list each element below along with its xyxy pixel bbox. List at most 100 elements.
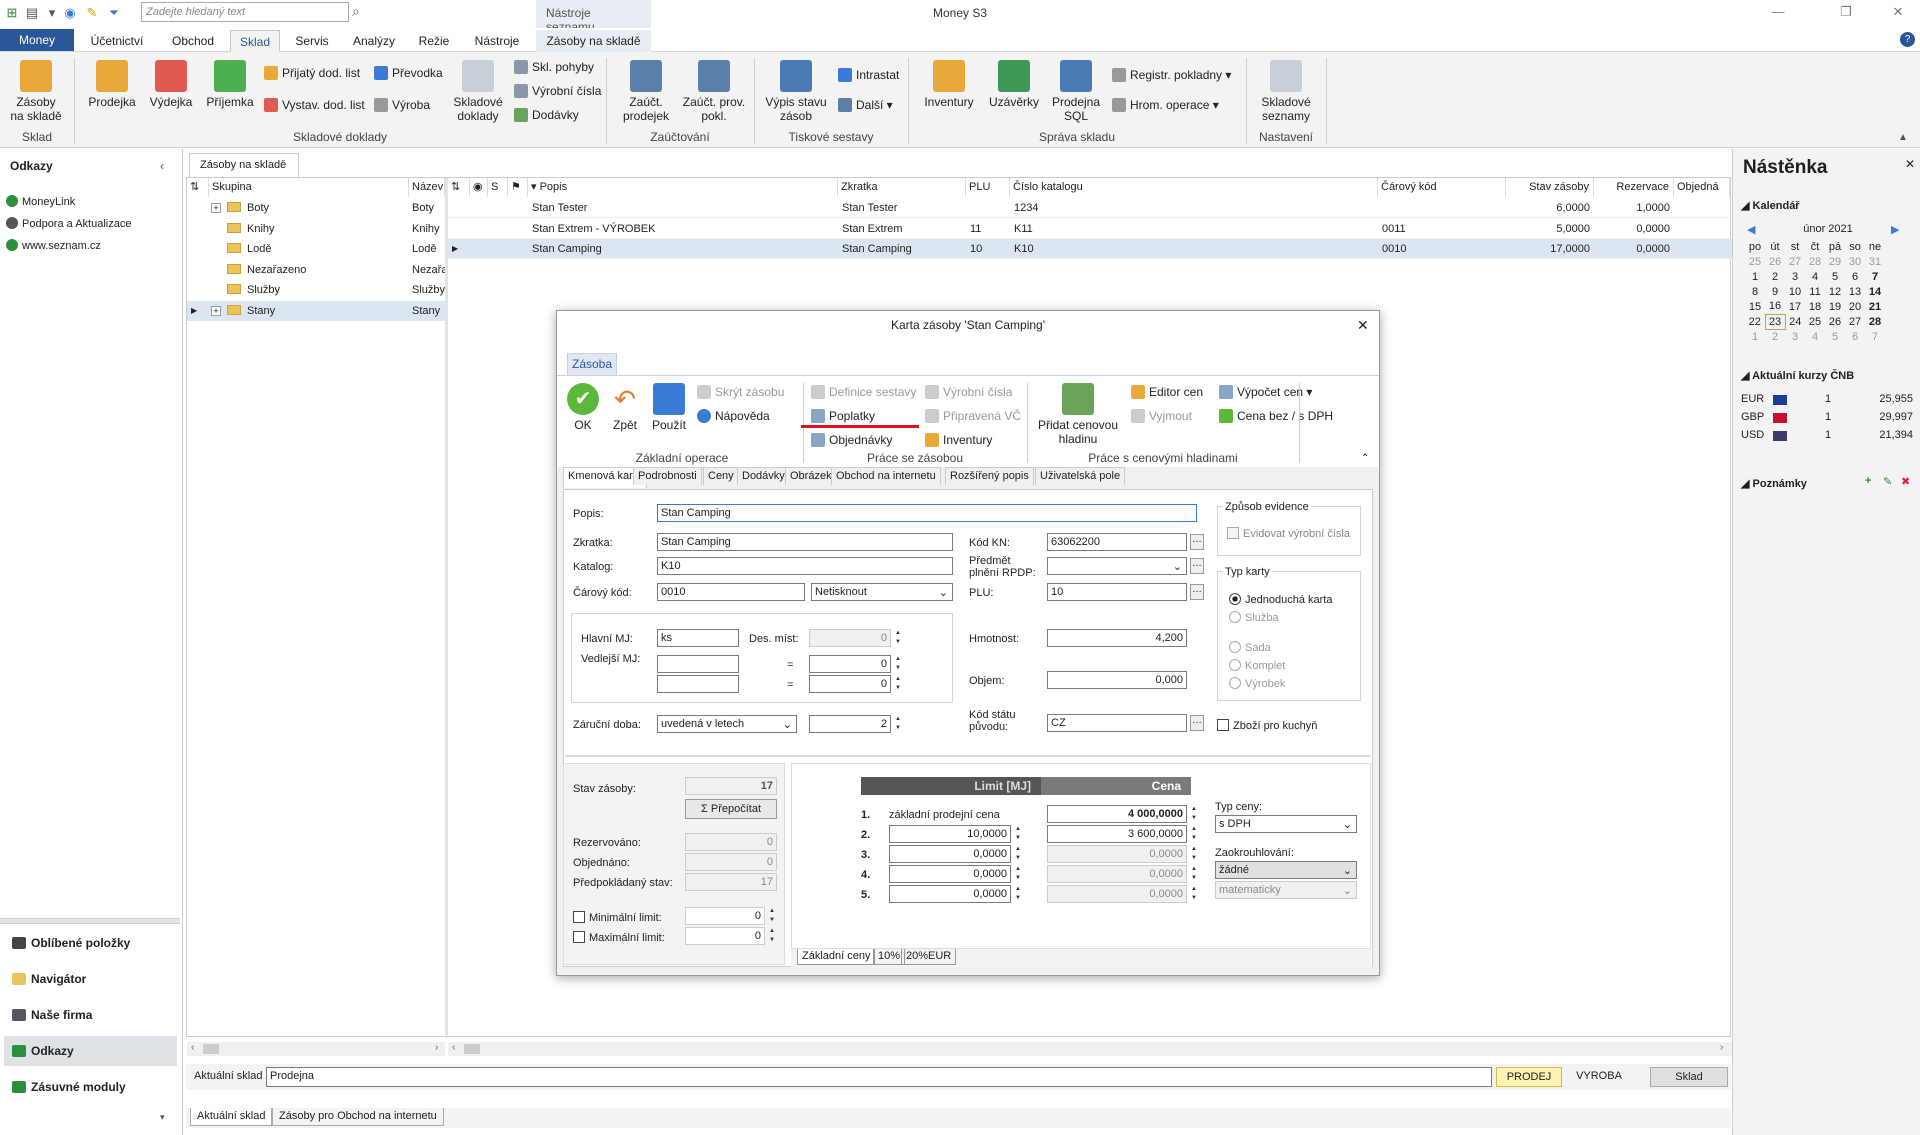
vedlejsi-mj-input-1[interactable] — [657, 655, 739, 673]
calendar-day[interactable]: 7 — [1865, 329, 1885, 344]
calendar-day[interactable]: 26 — [1825, 314, 1845, 329]
calendar-day[interactable]: 20 — [1845, 299, 1865, 314]
radio-sada[interactable]: Sada — [1229, 641, 1271, 654]
scroll-right-icon[interactable]: › — [1720, 1042, 1723, 1053]
price-limit-input[interactable]: 0,0000 — [889, 885, 1011, 903]
nav-odkazy[interactable]: Odkazy — [4, 1036, 177, 1066]
calendar-day[interactable]: 28 — [1805, 254, 1825, 269]
zaokrouhlovani-method[interactable]: matematicky ⌄ — [1215, 881, 1357, 899]
calendar-day[interactable]: 15 — [1745, 299, 1765, 314]
calendar-day[interactable]: 3 — [1785, 269, 1805, 284]
restore-icon[interactable]: ❐ — [1836, 4, 1856, 22]
column-skupina[interactable]: Skupina — [209, 178, 409, 197]
sklad-button[interactable]: Sklad — [1650, 1067, 1728, 1087]
calendar-day[interactable]: 27 — [1785, 254, 1805, 269]
zpet-button[interactable]: ↶ Zpět — [607, 383, 643, 432]
objednavky-button[interactable]: Objednávky — [811, 431, 892, 449]
tab-analyzy[interactable]: Analýzy — [344, 30, 404, 52]
calendar-day[interactable]: 5 — [1825, 329, 1845, 344]
calendar-day[interactable]: 24 — [1785, 314, 1805, 329]
form-tab[interactable]: Rozšířený popis — [945, 467, 1034, 485]
predmet-browse-button[interactable]: … — [1190, 558, 1204, 574]
price-spinner[interactable]: ▲ ▼ — [1189, 885, 1199, 903]
radio-jednoducha[interactable]: Jednoduchá karta — [1229, 593, 1332, 606]
add-note-icon[interactable]: + — [1865, 475, 1871, 487]
prevodka-button[interactable]: Převodka — [374, 64, 443, 82]
typ-ceny-select[interactable]: s DPH ⌄ — [1215, 815, 1357, 833]
price-input[interactable]: 3 600,0000 — [1047, 825, 1187, 843]
calendar-day[interactable]: 31 — [1865, 254, 1885, 269]
calendar-day[interactable]: 11 — [1805, 284, 1825, 299]
calendar-day[interactable]: 13 — [1845, 284, 1865, 299]
scroll-left-icon[interactable]: ‹ — [452, 1042, 455, 1053]
close-icon[interactable]: ✕ — [1888, 4, 1908, 22]
calendar-day[interactable]: 2 — [1765, 269, 1785, 284]
calendar-day[interactable]: 28 — [1865, 314, 1885, 329]
calendar-day[interactable]: 26 — [1765, 254, 1785, 269]
vyroba-button[interactable]: VYROBA — [1566, 1067, 1632, 1087]
calendar-header[interactable]: ◢ Kalendář — [1741, 199, 1800, 212]
calendar-day[interactable]: 1 — [1745, 329, 1765, 344]
vydejka-button[interactable]: Výdejka — [146, 60, 196, 109]
vedlejsi-factor-1[interactable]: 0 — [809, 655, 891, 673]
vedlejsi-mj-input-2[interactable] — [657, 675, 739, 693]
skladove-doklady-button[interactable]: Skladové doklady — [450, 60, 506, 123]
sort-icon[interactable]: ⇅ — [448, 178, 470, 197]
calendar-day[interactable]: 29 — [1825, 254, 1845, 269]
close-dashboard-icon[interactable]: ✕ — [1905, 157, 1915, 171]
inventury-button[interactable]: Inventury — [925, 431, 992, 449]
tab-nastroje[interactable]: Nástroje — [464, 30, 530, 52]
price-spinner[interactable]: ▲ ▼ — [1189, 865, 1199, 883]
limit-spinner[interactable]: ▲ ▼ — [1013, 825, 1023, 843]
help-icon[interactable]: ? — [1900, 32, 1915, 47]
column-s[interactable]: S — [488, 178, 508, 197]
pouzit-button[interactable]: Použít — [649, 383, 689, 432]
table-row[interactable]: Stan Tester Stan Tester 1234 6,0000 1,0000 — [448, 198, 1732, 218]
search-input[interactable]: Zadejte hledaný text — [141, 2, 349, 22]
calendar-day[interactable]: 22 — [1745, 314, 1765, 329]
collapse-ribbon-icon[interactable]: ▲ — [1898, 132, 1908, 143]
table-hscrollbar[interactable]: ‹ › — [448, 1042, 1732, 1056]
sort-icon[interactable]: ⇅ — [187, 178, 209, 197]
registr-pokladny-button[interactable]: Registr. pokladny ▾ — [1112, 66, 1231, 84]
factor-spinner-1[interactable]: ▲ ▼ — [893, 655, 903, 673]
column-carovy-kod[interactable]: Čárový kód — [1378, 178, 1506, 197]
min-limit-input[interactable]: 0 — [685, 907, 765, 925]
definice-sestavy-button[interactable]: Definice sestavy — [811, 383, 916, 401]
price-input[interactable]: 4 000,0000 — [1047, 805, 1187, 823]
predmet-select[interactable]: ⌄ — [1047, 557, 1187, 575]
max-limit-checkbox[interactable]: Maximální limit: — [573, 931, 665, 944]
delete-note-icon[interactable]: ✖ — [1901, 475, 1910, 488]
radio-komplet[interactable]: Komplet — [1229, 659, 1285, 672]
plu-browse-button[interactable]: … — [1190, 584, 1204, 600]
price-spinner[interactable]: ▲ ▼ — [1189, 805, 1199, 823]
des-mist-spinner[interactable]: ▲ ▼ — [893, 629, 903, 647]
tree-row[interactable]: Lodě Lodě — [187, 239, 445, 259]
note-icon[interactable]: ✎ — [84, 5, 100, 21]
poplatky-button[interactable]: Poplatky — [811, 407, 875, 425]
zaokrouhlovani-select[interactable]: žádné ⌄ — [1215, 861, 1357, 879]
calendar-day[interactable]: 16 — [1765, 299, 1785, 314]
tab-ucetnictvi[interactable]: Účetnictví — [84, 30, 150, 52]
form-tab[interactable]: Obchod na internetu — [831, 467, 941, 485]
zarucni-doba-select[interactable]: uvedená v letech ⌄ — [657, 715, 797, 733]
calendar-day[interactable]: 23 — [1764, 313, 1786, 330]
more-nav-icon[interactable]: ▾ — [160, 1112, 165, 1123]
napoveda-button[interactable]: Nápověda — [697, 407, 770, 425]
tree-row[interactable]: Nezařazeno Nezařaz — [187, 260, 445, 280]
calendar-day[interactable]: 9 — [1765, 284, 1785, 299]
pridat-cenovou-hladinu-button[interactable]: Přidat cenovou hladinu — [1035, 383, 1121, 446]
kuchyn-checkbox[interactable]: Zboží pro kuchyň — [1217, 719, 1317, 732]
tree-row[interactable]: Knihy Knihy — [187, 219, 445, 239]
price-input[interactable]: 0,0000 — [1047, 865, 1187, 883]
splitter[interactable] — [0, 918, 180, 924]
max-spinner[interactable]: ▲ ▼ — [767, 927, 777, 945]
ok-button[interactable]: ✔ OK — [565, 383, 601, 432]
tab-aktualni-sklad[interactable]: Aktuální sklad — [190, 1108, 273, 1126]
inventury-button[interactable]: Inventury — [918, 60, 980, 109]
calendar-day[interactable]: 18 — [1805, 299, 1825, 314]
tree-row[interactable]: + Boty Boty — [187, 198, 445, 218]
calendar-day[interactable]: 4 — [1805, 329, 1825, 344]
link-podpora[interactable]: Podpora a Aktualizace — [6, 217, 131, 230]
tab-obchod[interactable]: Obchod — [160, 30, 226, 52]
